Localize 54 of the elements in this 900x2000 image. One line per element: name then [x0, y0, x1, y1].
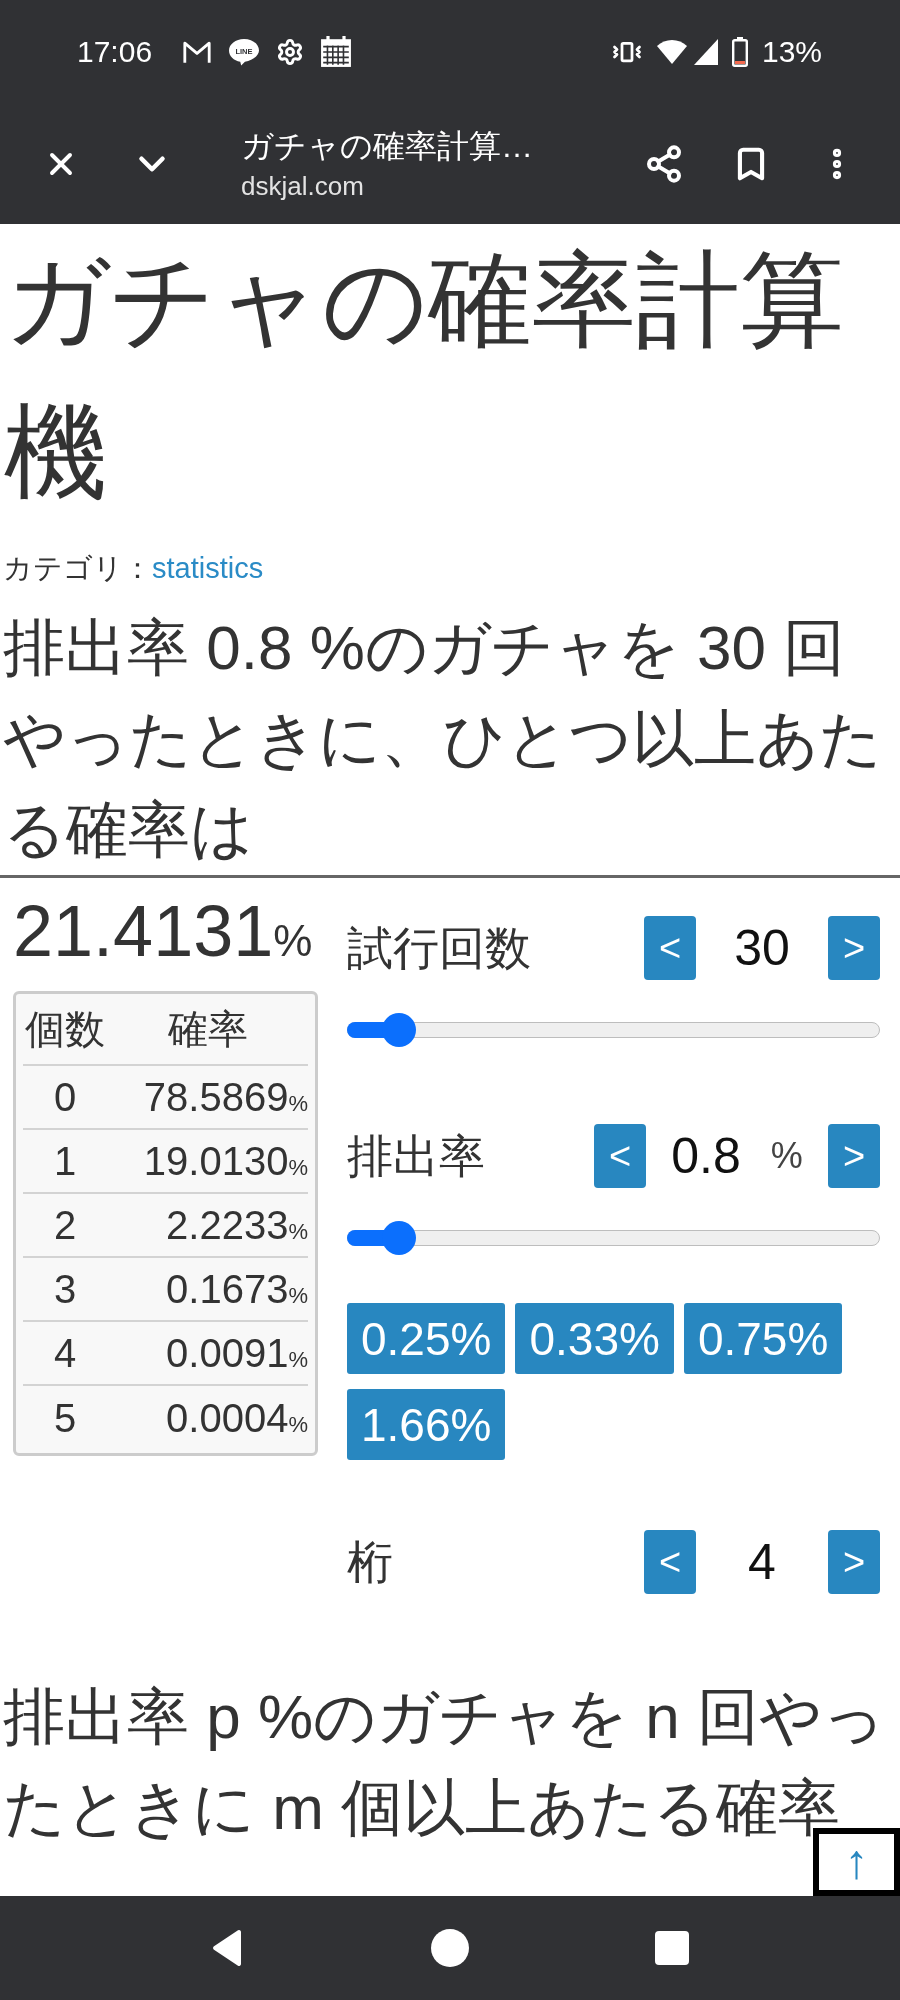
preset-button[interactable]: 1.66%	[347, 1389, 506, 1460]
page-url: dskjal.com	[241, 171, 365, 201]
stepper-value: 30	[734, 923, 790, 973]
clock-time: 17:06	[77, 37, 153, 67]
column-header: 個数	[24, 1009, 106, 1049]
preset-button[interactable]: 0.25%	[347, 1303, 506, 1374]
slider-thumb[interactable]	[381, 1013, 416, 1047]
preset-button[interactable]: 0.75%	[683, 1303, 843, 1374]
stepper-value: 4	[748, 1537, 776, 1587]
calendar-icon	[320, 36, 353, 68]
slider-thumb[interactable]	[381, 1221, 416, 1255]
table-cell-text: 5	[52, 1398, 78, 1438]
table-cell-text: 1	[52, 1141, 78, 1181]
control-label: 排出率	[347, 1133, 485, 1179]
battery-percent: 13%	[761, 37, 822, 67]
table-cell-text: 2.2233%	[165, 1205, 308, 1245]
stepper-button[interactable]: <	[594, 1124, 646, 1188]
wifi-icon	[655, 39, 688, 65]
unit-label: %	[770, 1138, 803, 1174]
settings-icon	[276, 38, 305, 66]
table-cell-text: 2	[52, 1205, 78, 1245]
table-cell-text: 3	[52, 1269, 78, 1309]
scroll-top-button[interactable]: ↑	[813, 1828, 900, 1896]
table-cell-text: 78.5869%	[142, 1077, 308, 1117]
chat-bubble-icon: LINE	[228, 37, 261, 67]
table-cell-text: 19.0130%	[142, 1141, 308, 1181]
stepper-value: 0.8	[671, 1131, 741, 1181]
category-label: カテゴリ：	[3, 551, 152, 586]
category-link[interactable]: statistics	[152, 548, 264, 588]
article-title: ガチャの確率計算機	[3, 241, 845, 512]
stepper-button[interactable]: <	[644, 916, 696, 980]
signal-icon	[693, 39, 718, 65]
preset-button[interactable]: 0.33%	[515, 1303, 674, 1374]
battery-icon	[731, 37, 748, 67]
question-text: 排出率 0.8 %のガチャを 30 回やったときに、ひとつ以上あたる確率は	[2, 612, 883, 866]
range-slider[interactable]	[347, 1221, 880, 1255]
home-icon[interactable]	[431, 1929, 469, 1967]
table-cell-text: 0	[52, 1077, 78, 1117]
share-icon[interactable]	[644, 144, 684, 184]
table-cell-text: 0.0004%	[165, 1398, 308, 1438]
stepper-button[interactable]: <	[644, 1530, 696, 1594]
page-title: ガチャの確率計算…	[241, 127, 533, 165]
mail-icon	[182, 39, 213, 65]
table-cell-text: 0.1673%	[165, 1269, 308, 1309]
column-header: 確率	[166, 1009, 249, 1049]
result-value: 21.4131%	[13, 890, 314, 973]
stepper-button[interactable]: >	[828, 1530, 880, 1594]
stepper-button[interactable]: >	[828, 1124, 880, 1188]
stepper-button[interactable]: >	[828, 916, 880, 980]
control-label: 桁	[347, 1539, 393, 1585]
range-slider[interactable]	[347, 1013, 880, 1047]
control-label: 試行回数	[347, 925, 531, 971]
table-cell-text: 4	[52, 1333, 78, 1373]
table-cell-text: 0.0091%	[165, 1333, 308, 1373]
